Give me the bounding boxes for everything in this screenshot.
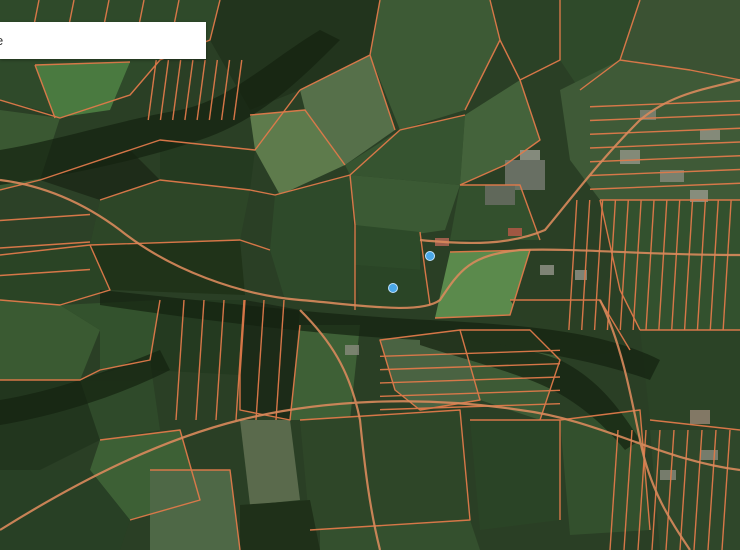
location-pin-south[interactable] — [388, 283, 398, 293]
search-box[interactable] — [0, 22, 206, 59]
field — [90, 240, 245, 295]
building — [700, 130, 720, 140]
building — [620, 150, 640, 164]
field — [240, 420, 300, 505]
building — [660, 470, 676, 480]
location-pin-north[interactable] — [425, 251, 435, 261]
field — [355, 225, 420, 270]
field — [270, 175, 355, 300]
satellite-map[interactable] — [0, 0, 740, 550]
building — [508, 228, 522, 236]
building — [540, 265, 554, 275]
building — [345, 345, 359, 355]
field — [240, 500, 320, 550]
building — [700, 450, 718, 460]
building — [485, 185, 515, 205]
map-viewport[interactable] — [0, 0, 740, 550]
search-input[interactable] — [0, 22, 206, 59]
field — [470, 420, 560, 530]
field — [350, 175, 460, 235]
field — [560, 410, 650, 535]
field — [300, 410, 470, 530]
building — [690, 410, 710, 424]
